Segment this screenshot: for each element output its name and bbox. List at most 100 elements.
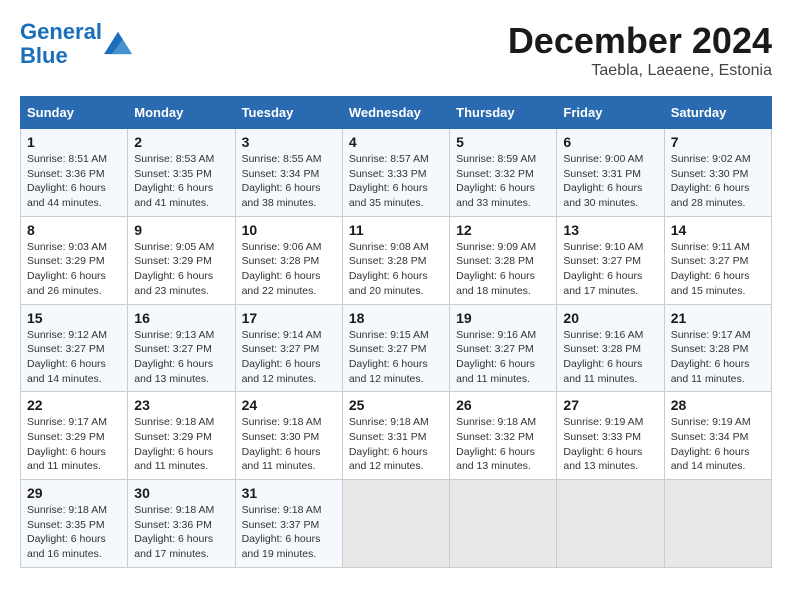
- calendar-cell: [557, 480, 664, 568]
- day-number: 11: [349, 222, 443, 238]
- col-thursday: Thursday: [450, 97, 557, 129]
- col-saturday: Saturday: [664, 97, 771, 129]
- day-number: 17: [242, 310, 336, 326]
- calendar-cell: 2Sunrise: 8:53 AM Sunset: 3:35 PM Daylig…: [128, 129, 235, 217]
- calendar-cell: 10Sunrise: 9:06 AM Sunset: 3:28 PM Dayli…: [235, 216, 342, 304]
- day-info: Sunrise: 9:18 AM Sunset: 3:29 PM Dayligh…: [134, 415, 228, 474]
- day-info: Sunrise: 8:53 AM Sunset: 3:35 PM Dayligh…: [134, 152, 228, 211]
- day-number: 1: [27, 134, 121, 150]
- day-number: 27: [563, 397, 657, 413]
- day-info: Sunrise: 9:18 AM Sunset: 3:32 PM Dayligh…: [456, 415, 550, 474]
- calendar-cell: 30 Sunrise: 9:18 AM Sunset: 3:36 PM Dayli…: [128, 480, 235, 568]
- calendar-cell: 11 Sunrise: 9:08 AM Sunset: 3:28 PM Dayli…: [342, 216, 449, 304]
- calendar-cell: 4 Sunrise: 8:57 AM Sunset: 3:33 PM Daylig…: [342, 129, 449, 217]
- calendar-cell: 7 Sunrise: 9:02 AM Sunset: 3:30 PM Daylig…: [664, 129, 771, 217]
- day-number: 29: [27, 485, 121, 501]
- day-info: Sunrise: 8:51 AM Sunset: 3:36 PM Dayligh…: [27, 152, 121, 211]
- calendar-cell: 17 Sunrise: 9:14 AM Sunset: 3:27 PM Dayli…: [235, 304, 342, 392]
- day-info: Sunrise: 9:16 AM Sunset: 3:28 PM Dayligh…: [563, 328, 657, 387]
- day-info: Sunrise: 9:14 AM Sunset: 3:27 PM Dayligh…: [242, 328, 336, 387]
- calendar-cell: 19 Sunrise: 9:16 AM Sunset: 3:27 PM Dayli…: [450, 304, 557, 392]
- day-number: 30: [134, 485, 228, 501]
- day-info: Sunrise: 9:03 AM Sunset: 3:29 PM Dayligh…: [27, 240, 121, 299]
- calendar-cell: 8Sunrise: 9:03 AM Sunset: 3:29 PM Daylig…: [21, 216, 128, 304]
- calendar-cell: 16Sunrise: 9:13 AM Sunset: 3:27 PM Dayli…: [128, 304, 235, 392]
- day-info: Sunrise: 9:02 AM Sunset: 3:30 PM Dayligh…: [671, 152, 765, 211]
- day-info: Sunrise: 9:08 AM Sunset: 3:28 PM Dayligh…: [349, 240, 443, 299]
- day-number: 24: [242, 397, 336, 413]
- calendar-header: Sunday Monday Tuesday Wednesday Thursday…: [21, 97, 772, 129]
- day-info: Sunrise: 8:55 AM Sunset: 3:34 PM Dayligh…: [242, 152, 336, 211]
- col-tuesday: Tuesday: [235, 97, 342, 129]
- calendar-week-row: 22 Sunrise: 9:17 AM Sunset: 3:29 PM Dayli…: [21, 392, 772, 480]
- day-info: Sunrise: 9:10 AM Sunset: 3:27 PM Dayligh…: [563, 240, 657, 299]
- calendar-cell: 9Sunrise: 9:05 AM Sunset: 3:29 PM Daylig…: [128, 216, 235, 304]
- header-row: Sunday Monday Tuesday Wednesday Thursday…: [21, 97, 772, 129]
- calendar-cell: 31 Sunrise: 9:18 AM Sunset: 3:37 PM Dayli…: [235, 480, 342, 568]
- calendar-cell: 18Sunrise: 9:15 AM Sunset: 3:27 PM Dayli…: [342, 304, 449, 392]
- day-info: Sunrise: 9:18 AM Sunset: 3:36 PM Dayligh…: [134, 503, 228, 562]
- day-number: 20: [563, 310, 657, 326]
- day-number: 13: [563, 222, 657, 238]
- calendar-cell: 23 Sunrise: 9:18 AM Sunset: 3:29 PM Dayli…: [128, 392, 235, 480]
- day-info: Sunrise: 9:17 AM Sunset: 3:29 PM Dayligh…: [27, 415, 121, 474]
- day-info: Sunrise: 9:18 AM Sunset: 3:30 PM Dayligh…: [242, 415, 336, 474]
- day-number: 21: [671, 310, 765, 326]
- day-number: 19: [456, 310, 550, 326]
- day-number: 5: [456, 134, 550, 150]
- day-number: 18: [349, 310, 443, 326]
- calendar-week-row: 1 Sunrise: 8:51 AM Sunset: 3:36 PM Daylig…: [21, 129, 772, 217]
- calendar-cell: 1 Sunrise: 8:51 AM Sunset: 3:36 PM Daylig…: [21, 129, 128, 217]
- calendar-cell: 14 Sunrise: 9:11 AM Sunset: 3:27 PM Dayli…: [664, 216, 771, 304]
- day-number: 25: [349, 397, 443, 413]
- day-info: Sunrise: 9:00 AM Sunset: 3:31 PM Dayligh…: [563, 152, 657, 211]
- calendar-table: Sunday Monday Tuesday Wednesday Thursday…: [20, 96, 772, 568]
- calendar-cell: [450, 480, 557, 568]
- calendar-cell: 29 Sunrise: 9:18 AM Sunset: 3:35 PM Dayli…: [21, 480, 128, 568]
- calendar-cell: 24 Sunrise: 9:18 AM Sunset: 3:30 PM Dayli…: [235, 392, 342, 480]
- calendar-week-row: 15Sunrise: 9:12 AM Sunset: 3:27 PM Dayli…: [21, 304, 772, 392]
- calendar-cell: 25Sunrise: 9:18 AM Sunset: 3:31 PM Dayli…: [342, 392, 449, 480]
- calendar-cell: 12 Sunrise: 9:09 AM Sunset: 3:28 PM Dayli…: [450, 216, 557, 304]
- day-number: 28: [671, 397, 765, 413]
- day-info: Sunrise: 9:16 AM Sunset: 3:27 PM Dayligh…: [456, 328, 550, 387]
- col-sunday: Sunday: [21, 97, 128, 129]
- day-number: 14: [671, 222, 765, 238]
- day-info: Sunrise: 9:19 AM Sunset: 3:33 PM Dayligh…: [563, 415, 657, 474]
- logo-text: General Blue: [20, 20, 102, 68]
- day-info: Sunrise: 9:19 AM Sunset: 3:34 PM Dayligh…: [671, 415, 765, 474]
- location: Taebla, Laeaene, Estonia: [508, 62, 772, 80]
- day-info: Sunrise: 9:11 AM Sunset: 3:27 PM Dayligh…: [671, 240, 765, 299]
- day-number: 6: [563, 134, 657, 150]
- calendar-cell: 21Sunrise: 9:17 AM Sunset: 3:28 PM Dayli…: [664, 304, 771, 392]
- day-number: 12: [456, 222, 550, 238]
- logo: General Blue: [20, 20, 132, 68]
- day-number: 4: [349, 134, 443, 150]
- day-info: Sunrise: 9:18 AM Sunset: 3:37 PM Dayligh…: [242, 503, 336, 562]
- calendar-cell: 26Sunrise: 9:18 AM Sunset: 3:32 PM Dayli…: [450, 392, 557, 480]
- day-number: 23: [134, 397, 228, 413]
- calendar-cell: 27 Sunrise: 9:19 AM Sunset: 3:33 PM Dayli…: [557, 392, 664, 480]
- calendar-cell: 28 Sunrise: 9:19 AM Sunset: 3:34 PM Dayli…: [664, 392, 771, 480]
- calendar-body: 1 Sunrise: 8:51 AM Sunset: 3:36 PM Daylig…: [21, 129, 772, 568]
- calendar-cell: 15Sunrise: 9:12 AM Sunset: 3:27 PM Dayli…: [21, 304, 128, 392]
- day-number: 31: [242, 485, 336, 501]
- calendar-week-row: 8Sunrise: 9:03 AM Sunset: 3:29 PM Daylig…: [21, 216, 772, 304]
- day-info: Sunrise: 9:13 AM Sunset: 3:27 PM Dayligh…: [134, 328, 228, 387]
- day-info: Sunrise: 8:59 AM Sunset: 3:32 PM Dayligh…: [456, 152, 550, 211]
- day-info: Sunrise: 8:57 AM Sunset: 3:33 PM Dayligh…: [349, 152, 443, 211]
- day-info: Sunrise: 9:09 AM Sunset: 3:28 PM Dayligh…: [456, 240, 550, 299]
- logo-icon: [104, 28, 132, 56]
- col-friday: Friday: [557, 97, 664, 129]
- calendar-cell: 3 Sunrise: 8:55 AM Sunset: 3:34 PM Daylig…: [235, 129, 342, 217]
- calendar-cell: 13 Sunrise: 9:10 AM Sunset: 3:27 PM Dayli…: [557, 216, 664, 304]
- day-number: 22: [27, 397, 121, 413]
- day-number: 3: [242, 134, 336, 150]
- day-number: 7: [671, 134, 765, 150]
- col-monday: Monday: [128, 97, 235, 129]
- col-wednesday: Wednesday: [342, 97, 449, 129]
- calendar-cell: [342, 480, 449, 568]
- day-info: Sunrise: 9:18 AM Sunset: 3:35 PM Dayligh…: [27, 503, 121, 562]
- day-info: Sunrise: 9:06 AM Sunset: 3:28 PM Dayligh…: [242, 240, 336, 299]
- calendar-cell: 20 Sunrise: 9:16 AM Sunset: 3:28 PM Dayli…: [557, 304, 664, 392]
